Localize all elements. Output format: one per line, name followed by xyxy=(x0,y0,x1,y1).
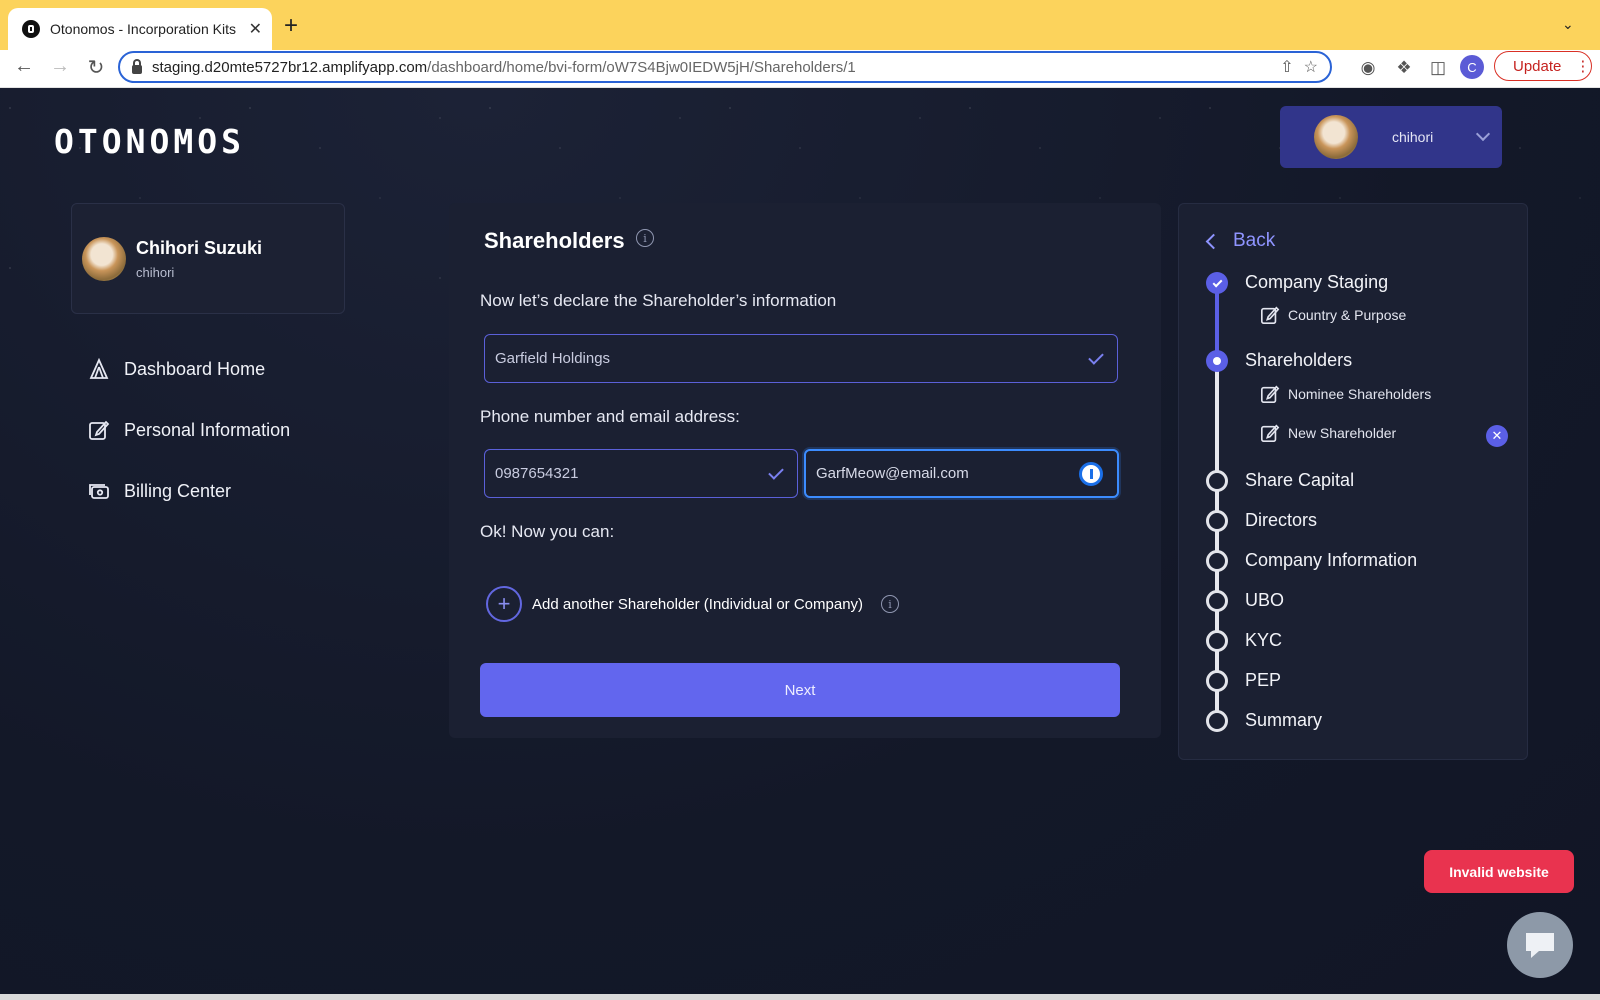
reload-icon[interactable]: ↻ xyxy=(82,55,110,80)
step-ubo[interactable]: UBO xyxy=(1245,590,1284,611)
step-company-staging[interactable]: Company Staging xyxy=(1245,272,1388,293)
password-extension-icon[interactable]: ◉ xyxy=(1356,56,1380,80)
lock-icon xyxy=(132,58,142,74)
bottom-edge xyxy=(0,994,1600,1000)
step-company-information[interactable]: Company Information xyxy=(1245,550,1417,571)
step-directors[interactable]: Directors xyxy=(1245,510,1317,531)
close-tab-icon[interactable]: ✕ xyxy=(249,19,262,39)
step-pending-icon xyxy=(1206,630,1228,652)
profile-avatar xyxy=(82,236,126,281)
back-button[interactable]: Back xyxy=(1205,230,1275,252)
browser-profile-avatar[interactable]: C xyxy=(1460,55,1484,79)
step-share-capital[interactable]: Share Capital xyxy=(1245,470,1354,491)
sidebar-item-label: Personal Information xyxy=(124,419,291,440)
sidebar-item-billing-center[interactable]: Billing Center xyxy=(88,480,231,502)
user-menu[interactable]: chihori xyxy=(1280,106,1502,168)
plus-icon: + xyxy=(486,586,522,622)
chat-launcher-button[interactable] xyxy=(1507,912,1573,978)
user-avatar xyxy=(1314,115,1358,159)
chevron-down-icon xyxy=(1475,126,1491,142)
substep-new-shareholder[interactable]: New Shareholder xyxy=(1260,423,1396,443)
step-summary[interactable]: Summary xyxy=(1245,710,1322,731)
url-text: staging.d20mte5727br12.amplifyapp.com/da… xyxy=(152,58,856,76)
tab-title: Otonomos - Incorporation Kits xyxy=(50,21,236,37)
update-button[interactable]: Update ⋮ xyxy=(1494,51,1592,81)
step-pending-icon xyxy=(1206,550,1228,572)
info-icon[interactable]: i xyxy=(636,229,654,247)
share-icon[interactable]: ⇧ xyxy=(1280,57,1293,77)
edit-icon xyxy=(88,419,110,441)
checkmark-icon xyxy=(1088,348,1104,365)
kebab-menu-icon: ⋮ xyxy=(1575,58,1591,75)
add-shareholder-button[interactable]: + Add another Shareholder (Individual or… xyxy=(486,586,900,622)
tent-icon xyxy=(88,358,110,380)
step-pending-icon xyxy=(1206,510,1228,532)
sidebar-item-label: Dashboard Home xyxy=(124,358,266,379)
step-pep[interactable]: PEP xyxy=(1245,670,1281,691)
sidebar-item-personal-information[interactable]: Personal Information xyxy=(88,419,290,441)
back-arrow-icon[interactable]: ← xyxy=(10,55,38,78)
substep-nominee-shareholders[interactable]: Nominee Shareholders xyxy=(1260,384,1431,404)
next-button[interactable]: Next xyxy=(480,663,1120,717)
step-pending-icon xyxy=(1206,670,1228,692)
substep-country-purpose[interactable]: Country & Purpose xyxy=(1260,305,1406,325)
otonomos-logo[interactable]: OTONOMOS xyxy=(54,122,245,161)
new-tab-button[interactable]: + xyxy=(284,12,298,40)
otonomos-favicon-icon xyxy=(22,20,40,38)
add-shareholder-label: Add another Shareholder (Individual or C… xyxy=(532,595,864,613)
info-icon[interactable]: i xyxy=(881,595,900,613)
step-pending-icon xyxy=(1206,590,1228,612)
step-shareholders[interactable]: Shareholders xyxy=(1245,350,1352,371)
browser-tab[interactable]: Otonomos - Incorporation Kits ✕ xyxy=(8,8,272,50)
step-kyc[interactable]: KYC xyxy=(1245,630,1282,651)
checkmark-icon xyxy=(768,463,784,480)
bookmark-star-icon[interactable]: ☆ xyxy=(1304,57,1318,77)
password-manager-icon[interactable] xyxy=(1079,461,1103,486)
contact-label: Phone number and email address: xyxy=(480,407,740,426)
stepper-rail xyxy=(1215,361,1219,721)
profile-card: Chihori Suzuki chihori xyxy=(71,203,345,314)
form-prompt: Now let’s declare the Shareholder’s info… xyxy=(480,291,837,310)
step-pending-icon xyxy=(1206,470,1228,492)
email-input[interactable]: GarfMeow@email.com xyxy=(804,449,1119,498)
money-icon xyxy=(88,480,110,502)
address-bar[interactable]: staging.d20mte5727br12.amplifyapp.com/da… xyxy=(118,51,1332,83)
edit-icon xyxy=(1261,306,1280,324)
page-title: Shareholders xyxy=(484,228,625,253)
shareholder-name-input[interactable]: Garfield Holdings xyxy=(484,334,1118,383)
phone-input[interactable]: 0987654321 xyxy=(484,449,798,498)
profile-handle: chihori xyxy=(136,264,175,280)
invalid-website-toast[interactable]: Invalid website xyxy=(1424,850,1574,893)
edit-icon xyxy=(1261,424,1280,442)
edit-icon xyxy=(1261,385,1280,403)
forward-arrow-icon[interactable]: → xyxy=(46,55,74,78)
profile-full-name: Chihori Suzuki xyxy=(136,237,262,258)
remove-shareholder-close-icon[interactable]: ✕ xyxy=(1486,425,1508,447)
step-done-check-icon xyxy=(1206,272,1228,294)
chat-bubble-icon xyxy=(1526,933,1554,958)
ok-label: Ok! Now you can: xyxy=(480,522,615,541)
user-menu-name: chihori xyxy=(1392,129,1434,145)
sidebar-item-dashboard-home[interactable]: Dashboard Home xyxy=(88,358,265,380)
step-pending-icon xyxy=(1206,710,1228,732)
step-current-icon xyxy=(1206,350,1228,372)
tab-search-chevron-icon[interactable]: ⌄ xyxy=(1562,16,1574,33)
chevron-left-icon xyxy=(1205,233,1222,249)
extensions-puzzle-icon[interactable]: ❖ xyxy=(1392,56,1416,80)
sidebar-item-label: Billing Center xyxy=(124,480,232,501)
side-panel-icon[interactable]: ◫ xyxy=(1426,56,1450,80)
